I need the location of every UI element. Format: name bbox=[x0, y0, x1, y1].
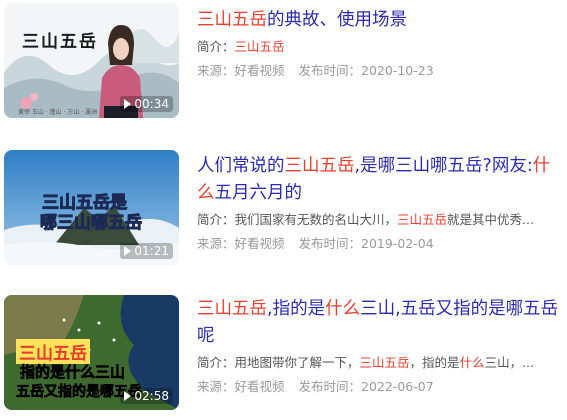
duration-text: 01:21 bbox=[134, 244, 169, 258]
video-info: 人们常说的三山五岳,是哪三山哪五岳?网友:什么五月六月的 简介：我们国家有无数的… bbox=[197, 153, 564, 253]
text-segment: ,是哪三山哪五岳?网友: bbox=[354, 156, 533, 176]
text-segment: 三山，... bbox=[484, 355, 534, 370]
source-text: 来源：好看视频 bbox=[197, 63, 285, 78]
text-segment: 就是其中优秀... bbox=[447, 212, 534, 227]
video-info: 三山五岳,指的是什么三山,五岳又指的是哪五岳呢 简介：用地图带你了解一下，三山五… bbox=[197, 296, 564, 396]
video-result-item[interactable]: 三山五岳 黄帝 玉山 · 蓬山 · 方山 · 瀛洲 00:34 三山五岳的典故、… bbox=[4, 3, 564, 121]
highlight-keyword: 三山五岳 bbox=[197, 299, 267, 319]
publish-date: 发布时间：2020-10-23 bbox=[298, 63, 434, 78]
highlight-keyword: 什么 bbox=[459, 355, 485, 370]
publish-date: 发布时间：2019-02-04 bbox=[298, 236, 434, 251]
summary-label: 简介： bbox=[197, 39, 235, 54]
summary-label: 简介： bbox=[197, 355, 235, 370]
thumbnail-title-text-line2: 指的是什么三山 bbox=[20, 363, 126, 382]
source-text: 来源：好看视频 bbox=[197, 379, 285, 394]
duration-text: 00:34 bbox=[134, 97, 169, 111]
video-title-link[interactable]: 人们常说的三山五岳,是哪三山哪五岳?网友:什么五月六月的 bbox=[197, 153, 564, 207]
thumbnail-title-text: 三山五岳 bbox=[22, 32, 98, 52]
video-thumbnail[interactable]: 三山五岳是 哪三山哪五岳 01:21 bbox=[4, 150, 179, 265]
video-summary: 简介：三山五岳 bbox=[197, 38, 564, 56]
highlight-keyword: 三山五岳 bbox=[359, 355, 410, 370]
play-icon bbox=[124, 99, 132, 109]
thumbnail-title-text-line2: 哪三山哪五岳 bbox=[40, 213, 143, 234]
play-icon bbox=[124, 246, 132, 256]
video-result-item[interactable]: 三山五岳 指的是什么三山 五岳又指的是哪五岳 02:58 三山五岳,指的是什么三… bbox=[4, 295, 564, 413]
text-segment: 人们常说的 bbox=[197, 156, 285, 176]
highlight-keyword: 三山五岳 bbox=[234, 39, 285, 54]
highlight-keyword: 三山五岳 bbox=[284, 156, 355, 176]
video-duration-badge: 00:34 bbox=[120, 96, 173, 112]
summary-text: 三山五岳 bbox=[235, 39, 285, 54]
text-segment: ，指的是 bbox=[409, 355, 460, 370]
publish-date: 发布时间：2022-06-07 bbox=[298, 379, 434, 394]
text-segment: 用地图带你了解一下， bbox=[234, 355, 360, 370]
source-text: 来源：好看视频 bbox=[197, 236, 285, 251]
video-duration-badge: 01:21 bbox=[120, 243, 173, 259]
video-thumbnail[interactable]: 三山五岳 指的是什么三山 五岳又指的是哪五岳 02:58 bbox=[4, 295, 179, 410]
video-title-link[interactable]: 三山五岳,指的是什么三山,五岳又指的是哪五岳呢 bbox=[197, 296, 564, 350]
video-summary: 简介：用地图带你了解一下，三山五岳，指的是什么三山，... bbox=[197, 354, 564, 372]
video-meta: 来源：好看视频 发布时间：2022-06-07 bbox=[197, 378, 564, 396]
video-summary: 简介：我们国家有无数的名山大川，三山五岳就是其中优秀... bbox=[197, 211, 564, 229]
video-meta: 来源：好看视频 发布时间：2019-02-04 bbox=[197, 235, 564, 253]
text-segment: 的典故、使用场景 bbox=[267, 10, 407, 30]
play-icon bbox=[124, 391, 132, 401]
highlight-keyword: 三山五岳 bbox=[197, 10, 267, 30]
text-segment: 五月六月的 bbox=[214, 183, 303, 203]
thumbnail-caption: 黄帝 玉山 · 蓬山 · 方山 · 瀛洲 bbox=[18, 109, 98, 116]
duration-text: 02:58 bbox=[134, 389, 169, 403]
text-segment: 我们国家有无数的名山大川， bbox=[234, 212, 398, 227]
video-meta: 来源：好看视频 发布时间：2020-10-23 bbox=[197, 62, 564, 80]
summary-text: 用地图带你了解一下，三山五岳，指的是什么三山，... bbox=[235, 355, 534, 370]
video-duration-badge: 02:58 bbox=[120, 388, 173, 404]
highlight-keyword: 什么 bbox=[325, 299, 361, 319]
video-result-item[interactable]: 三山五岳是 哪三山哪五岳 01:21 人们常说的三山五岳,是哪三山哪五岳?网友:… bbox=[4, 150, 564, 268]
highlight-keyword: 三山五岳 bbox=[397, 212, 448, 227]
video-thumbnail[interactable]: 三山五岳 黄帝 玉山 · 蓬山 · 方山 · 瀛洲 00:34 bbox=[4, 3, 179, 118]
video-title-link[interactable]: 三山五岳的典故、使用场景 bbox=[197, 7, 564, 34]
text-segment: ,指的是 bbox=[267, 299, 326, 319]
summary-label: 简介： bbox=[197, 212, 235, 227]
video-info: 三山五岳的典故、使用场景 简介：三山五岳 来源：好看视频 发布时间：2020-1… bbox=[197, 7, 564, 80]
summary-text: 我们国家有无数的名山大川，三山五岳就是其中优秀... bbox=[235, 212, 534, 227]
